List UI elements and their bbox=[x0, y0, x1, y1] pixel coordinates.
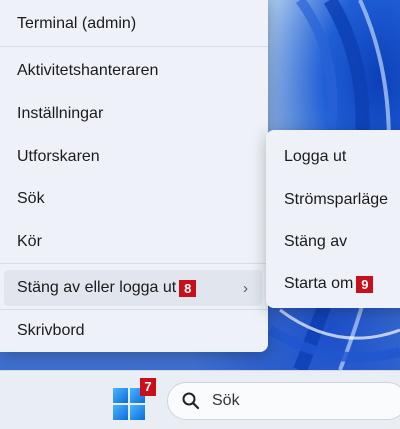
menu-item-desktop[interactable]: Skrivbord bbox=[4, 313, 262, 349]
menu-item-file-explorer[interactable]: Utforskaren bbox=[4, 139, 262, 175]
taskbar: 7 Sök bbox=[0, 370, 400, 429]
menu-item-label: Terminal (admin) bbox=[17, 15, 137, 32]
menu-divider bbox=[0, 46, 268, 47]
submenu-item-sleep[interactable]: Strömsparläge bbox=[270, 182, 400, 218]
winx-context-menu: Terminal (admin) Aktivitetshanteraren In… bbox=[0, 0, 268, 352]
search-label: Sök bbox=[212, 392, 240, 409]
step-badge-7: 7 bbox=[140, 378, 156, 396]
menu-divider bbox=[0, 309, 268, 310]
step-badge-8: 8 bbox=[179, 279, 197, 297]
menu-item-label: Aktivitetshanteraren bbox=[17, 62, 159, 79]
windows-logo-icon bbox=[113, 405, 128, 420]
submenu-item-sign-out[interactable]: Logga ut bbox=[270, 139, 400, 175]
chevron-right-icon: › bbox=[243, 279, 248, 297]
menu-item-label: Stäng av eller logga ut bbox=[17, 279, 177, 296]
windows-logo-icon bbox=[130, 405, 145, 420]
menu-item-shutdown-signout[interactable]: Stäng av eller logga ut 8 › bbox=[4, 270, 262, 306]
search-icon bbox=[182, 392, 200, 410]
windows-logo-icon bbox=[113, 388, 128, 403]
menu-item-label: Utforskaren bbox=[17, 148, 100, 165]
menu-item-run[interactable]: Kör bbox=[4, 224, 262, 260]
menu-item-terminal-admin[interactable]: Terminal (admin) bbox=[4, 6, 262, 42]
submenu-item-label: Starta om bbox=[284, 275, 354, 292]
submenu-item-label: Stäng av bbox=[284, 233, 348, 250]
submenu-item-shut-down[interactable]: Stäng av bbox=[270, 224, 400, 260]
submenu-item-label: Logga ut bbox=[284, 148, 347, 165]
menu-item-label: Inställningar bbox=[17, 105, 104, 122]
menu-item-label: Kör bbox=[17, 233, 42, 250]
power-submenu: Logga ut Strömsparläge Stäng av Starta o… bbox=[266, 130, 400, 308]
submenu-item-restart[interactable]: Starta om 9 bbox=[270, 266, 400, 302]
taskbar-search-box[interactable]: Sök bbox=[167, 382, 400, 420]
menu-item-label: Sök bbox=[17, 190, 45, 207]
submenu-item-label: Strömsparläge bbox=[284, 191, 389, 208]
menu-item-search[interactable]: Sök bbox=[4, 181, 262, 217]
menu-item-label: Skrivbord bbox=[17, 322, 85, 339]
menu-item-task-manager[interactable]: Aktivitetshanteraren bbox=[4, 53, 262, 89]
menu-divider bbox=[0, 263, 268, 264]
menu-item-settings[interactable]: Inställningar bbox=[4, 96, 262, 132]
step-badge-9: 9 bbox=[356, 275, 374, 293]
